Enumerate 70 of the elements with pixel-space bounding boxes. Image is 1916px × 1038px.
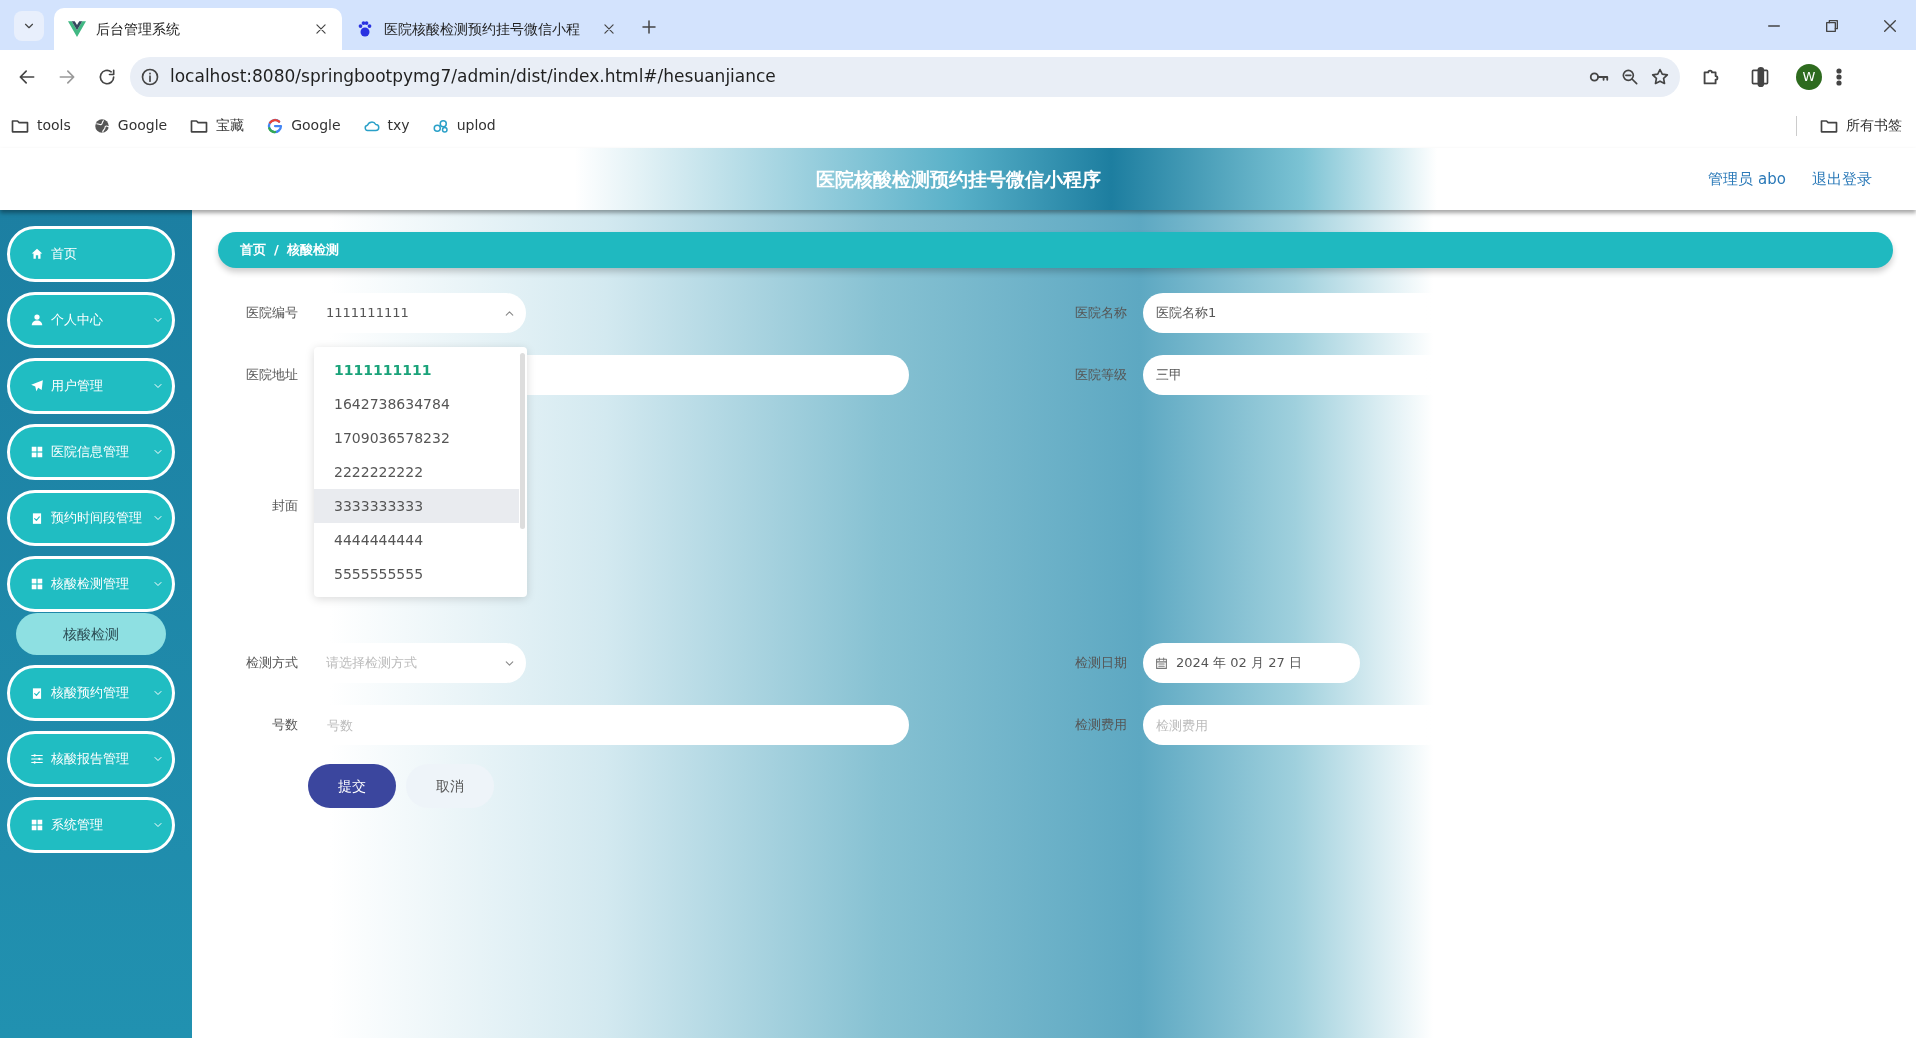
sidebar-label: 核酸检测管理: [51, 575, 130, 594]
field-label: 检测日期: [1074, 654, 1127, 673]
field-label: 医院编号: [245, 304, 298, 323]
bookmark[interactable]: Google: [92, 115, 168, 136]
user-icon: [30, 313, 44, 327]
close-icon[interactable]: [314, 22, 328, 36]
clipboard-icon: [30, 686, 44, 700]
sidebar-label: 预约时间段管理: [51, 509, 143, 528]
paper-plane-icon: [30, 379, 44, 393]
app-title: 医院核酸检测预约挂号微信小程序: [815, 166, 1101, 192]
dropdown-option[interactable]: 1642738634784: [314, 387, 519, 421]
globe-icon: [92, 116, 111, 135]
field-label: 封面: [271, 497, 298, 515]
tab-title: 医院核酸检测预约挂号微信小程: [384, 19, 581, 39]
field-label: 医院等级: [1074, 366, 1127, 385]
calendar-icon: [1155, 656, 1168, 670]
g-logo-icon: [266, 116, 285, 135]
all-bookmarks[interactable]: 所有书签: [1819, 115, 1902, 136]
menu-icon[interactable]: [1836, 67, 1842, 87]
restore-icon[interactable]: [1824, 18, 1840, 34]
scrollbar[interactable]: [520, 353, 525, 529]
sliders-icon: [30, 752, 44, 766]
dropdown-option[interactable]: 1709036578232: [314, 421, 519, 455]
home-icon: [30, 247, 44, 261]
field-label: 医院名称: [1074, 304, 1127, 323]
bookmark[interactable]: 宝藏: [189, 115, 245, 136]
logout-link[interactable]: 退出登录: [1812, 167, 1872, 191]
submit-button[interactable]: 提交: [308, 764, 396, 808]
browser-tab[interactable]: 后台管理系统: [54, 8, 342, 50]
close-icon[interactable]: [1882, 18, 1898, 34]
dropdown-option[interactable]: 4444444444: [314, 523, 519, 557]
sidebar-label: 系统管理: [51, 816, 104, 835]
profile-avatar[interactable]: W: [1796, 63, 1822, 90]
close-icon[interactable]: [602, 22, 616, 36]
grid-icon: [30, 818, 44, 832]
dropdown-option[interactable]: 2222222222: [314, 455, 519, 489]
user-link[interactable]: 管理员 abo: [1708, 167, 1786, 191]
bookmark[interactable]: tools: [10, 115, 71, 136]
cancel-button[interactable]: 取消: [406, 764, 494, 808]
sidebar-label: 首页: [51, 245, 78, 264]
sidebar-label: 医院信息管理: [51, 443, 130, 462]
tab-title: 后台管理系统: [96, 19, 181, 39]
bookmark[interactable]: Google: [266, 115, 341, 136]
address-bar[interactable]: localhost:8080/springbootpymg7/admin/dist/index.html#/hesuanjiance: [130, 56, 1680, 97]
date-field[interactable]: 2024 年 02 月 27 日: [1143, 643, 1360, 683]
dropdown-option[interactable]: 3333333333: [314, 489, 519, 523]
info-icon: [140, 66, 160, 87]
plus-icon[interactable]: [640, 17, 658, 36]
side-panel-icon[interactable]: [1750, 67, 1770, 87]
v-logo-icon: [68, 21, 86, 37]
field-label: 检测费用: [1074, 716, 1127, 735]
sidebar-subitem[interactable]: 核酸检测: [16, 613, 166, 655]
bookmark[interactable]: txy: [362, 115, 410, 136]
field-label: 检测方式: [245, 654, 298, 673]
browser-tab[interactable]: 医院核酸检测预约挂号微信小程: [342, 8, 630, 50]
star-icon[interactable]: [1650, 66, 1670, 87]
sidebar-label: 核酸报告管理: [51, 750, 130, 769]
sidebar-label: 个人中心: [51, 311, 104, 330]
paw-icon: [356, 20, 374, 38]
field-label: 医院地址: [245, 366, 298, 385]
breadcrumb-separator: /: [274, 241, 279, 260]
bookmark[interactable]: uplod: [431, 115, 496, 136]
clipboard-icon: [30, 511, 44, 525]
sidebar-label: 用户管理: [51, 377, 104, 396]
sidebar-label: 核酸预约管理: [51, 684, 130, 703]
url-text: localhost:8080/springbootpymg7/admin/dist/index.html#/hesuanjiance: [170, 64, 777, 88]
grid-icon: [30, 577, 44, 591]
dropdown-option[interactable]: 5555555555: [314, 557, 519, 591]
grid-icon: [30, 445, 44, 459]
field-label: 号数: [271, 716, 298, 735]
